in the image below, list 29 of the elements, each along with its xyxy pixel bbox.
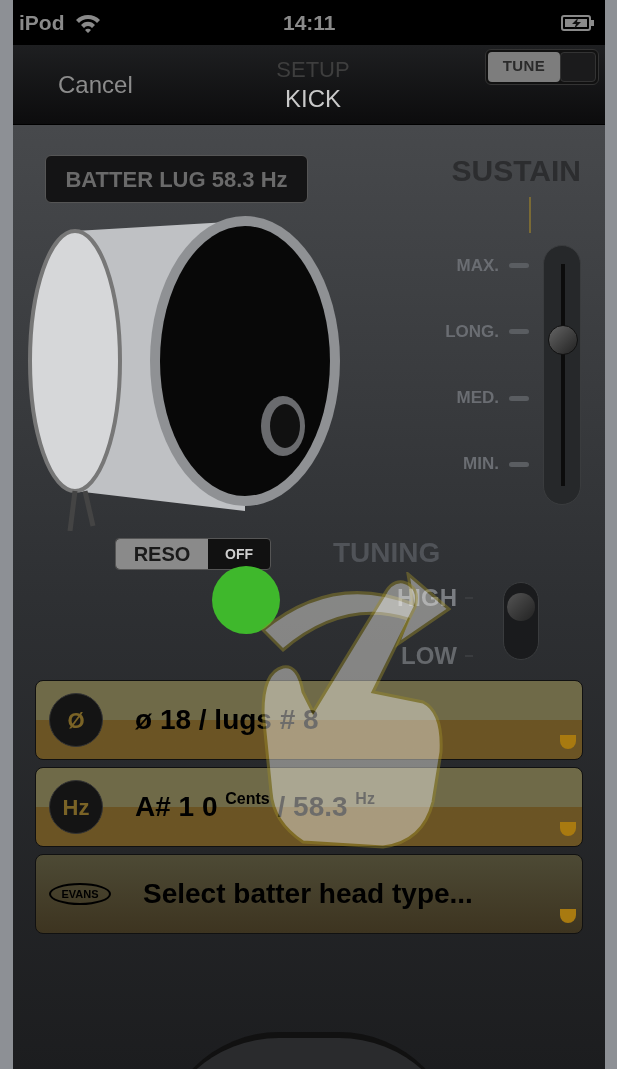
dropdown-pick-icon	[560, 909, 576, 923]
tuning-option-label: LOW	[401, 641, 457, 671]
sustain-slider-track[interactable]	[543, 245, 581, 505]
dropdown-pick-icon	[560, 735, 576, 749]
reso-switch[interactable]: RESO OFF	[115, 538, 271, 570]
tuning-readout: A# 1 0 $^{Cents}$ / 58.3 $^{Hz}$	[135, 789, 375, 824]
clock-time: 14:11	[283, 9, 336, 36]
tick-mark	[509, 263, 529, 269]
setting-row[interactable]: EVANS Select batter head type...	[35, 854, 583, 934]
setting-row[interactable]: Hz A# 1 0 $^{Cents}$ / 58.3 $^{Hz}$	[35, 767, 583, 847]
evans-logo: EVANS	[49, 883, 111, 905]
tuning-switch-thumb[interactable]	[507, 593, 535, 621]
tick-mark	[509, 395, 529, 401]
dropdown-pick-icon	[560, 822, 576, 836]
battery-charging-icon	[561, 13, 595, 32]
cancel-button[interactable]: Cancel	[58, 66, 133, 103]
tick-mark	[509, 329, 529, 335]
head-type-prompt: Select batter head type...	[143, 877, 473, 911]
diameter-icon: Ø	[49, 693, 103, 747]
tuning-switch[interactable]	[503, 582, 539, 660]
tick-mark	[509, 461, 529, 467]
screen-subtitle: KICK	[285, 83, 341, 114]
lug-frequency-display: BATTER LUG 58.3 Hz	[45, 155, 308, 203]
sustain-slider-thumb[interactable]	[548, 325, 578, 356]
hertz-icon: Hz	[49, 780, 103, 834]
carrier-name: iPod	[19, 9, 65, 36]
tune-toggle[interactable]: TUNE	[485, 48, 599, 85]
wifi-icon	[74, 12, 101, 33]
sustain-mark-label: MIN.	[463, 453, 499, 476]
